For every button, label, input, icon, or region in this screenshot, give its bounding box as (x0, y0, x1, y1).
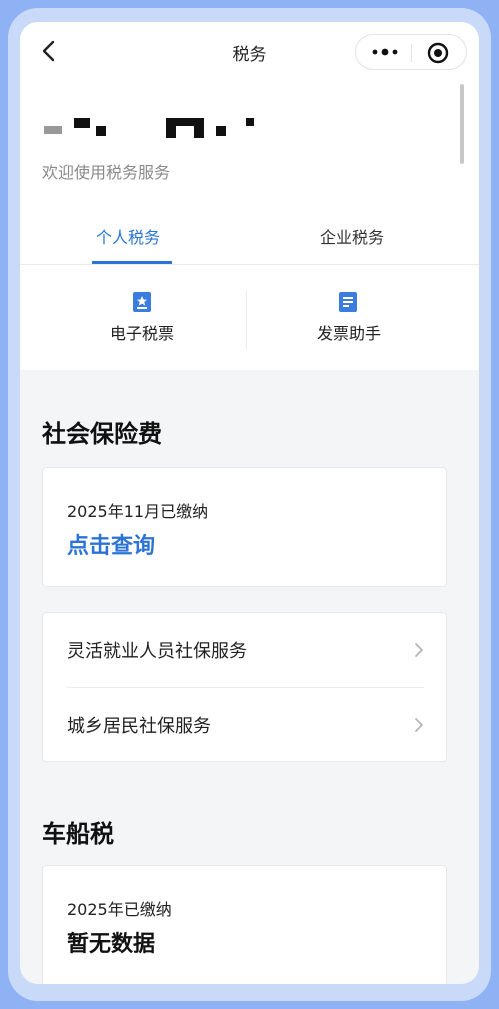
vehicle-tax-status-text: 2025年已缴纳 (67, 900, 172, 919)
list-item-label: 灵活就业人员社保服务 (67, 641, 247, 662)
social-insurance-status-card: 2025年11月已缴纳 点击查询 (42, 467, 447, 587)
tool-divider (246, 290, 247, 350)
tool-label-invoice: 发票助手 (317, 324, 382, 343)
payment-status-text: 2025年11月已缴纳 (67, 502, 209, 521)
scrollbar[interactable] (460, 84, 464, 164)
tool-invoice-assistant[interactable]: 发票助手 (295, 284, 425, 354)
vehicle-tax-card: 2025年已缴纳 暂无数据 (42, 865, 447, 984)
document-icon (339, 292, 357, 312)
section-title-social-insurance: 社会保险费 (42, 420, 162, 448)
social-insurance-services-card: 灵活就业人员社保服务 城乡居民社保服务 (42, 612, 447, 762)
chevron-right-icon (415, 643, 423, 657)
more-dots-icon[interactable] (370, 44, 400, 60)
tab-enterprise-tax[interactable]: 企业税务 (320, 224, 384, 248)
mini-program-capsule (355, 34, 467, 70)
welcome-text: 欢迎使用税务服务 (42, 163, 171, 182)
app-screen: 税务 欢迎使用税务服务 个人税务 企业税务 电子税票 发票助手 社会保险费 20… (20, 22, 479, 984)
capsule-divider (411, 44, 412, 62)
vehicle-tax-value: 暂无数据 (67, 932, 156, 957)
section-title-vehicle-tax: 车船税 (42, 820, 114, 848)
ticket-icon (133, 292, 151, 312)
chevron-right-icon (415, 718, 423, 732)
tool-label-e-tax: 电子税票 (110, 324, 175, 343)
record-target-icon[interactable] (426, 41, 450, 65)
tool-e-tax-ticket[interactable]: 电子税票 (80, 284, 210, 354)
nav-bar: 税务 (20, 22, 479, 82)
list-item-label: 城乡居民社保服务 (67, 716, 211, 737)
query-link[interactable]: 点击查询 (67, 528, 155, 560)
list-item-flexible-employment[interactable]: 灵活就业人员社保服务 (43, 613, 446, 687)
tab-personal-tax[interactable]: 个人税务 (96, 224, 160, 248)
list-item-urban-rural-residents[interactable]: 城乡居民社保服务 (43, 688, 446, 762)
